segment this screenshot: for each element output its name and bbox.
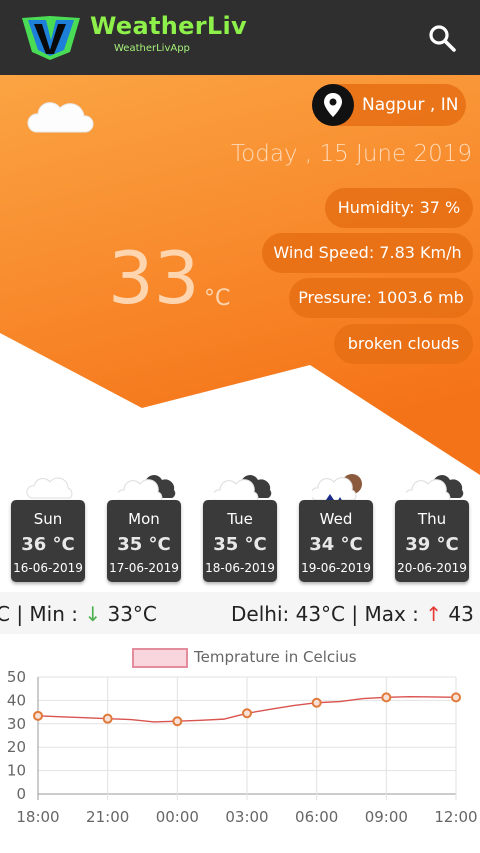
current-date: Today , 15 June 2019 — [231, 141, 472, 167]
ticker-min-value: 33°C — [101, 602, 157, 626]
temperature-unit: °C — [204, 286, 231, 311]
forecast-card-wed[interactable]: Wed 34 °C 19-06-2019 — [299, 500, 373, 582]
forecast-card-mon[interactable]: Mon 35 °C 17-06-2019 — [107, 500, 181, 582]
weather-description-badge: broken clouds — [334, 324, 473, 364]
x-tick-label: 00:00 — [156, 808, 199, 826]
search-icon[interactable] — [426, 22, 458, 54]
x-tick-label: 18:00 — [16, 808, 59, 826]
forecast-card-sun[interactable]: Sun 36 °C 16-06-2019 — [11, 500, 85, 582]
x-tick-label: 09:00 — [365, 808, 408, 826]
location-label: Nagpur , IN — [362, 95, 459, 115]
x-tick-label: 03:00 — [225, 808, 268, 826]
y-tick-label: 30 — [7, 715, 26, 733]
wind-speed-badge: Wind Speed: 7.83 Km/h — [262, 233, 473, 273]
app-subtitle: WeatherLivApp — [114, 43, 190, 54]
forecast-temperature: 34 °C — [309, 534, 363, 555]
arrow-down-icon: ↓ — [84, 602, 102, 626]
app-title: WeatherLiv — [90, 12, 247, 40]
location-pin-icon — [312, 84, 354, 126]
forecast-temperature: 35 °C — [213, 534, 267, 555]
forecast-temperature: 35 °C — [117, 534, 171, 555]
x-tick-label: 06:00 — [295, 808, 338, 826]
ticker-max-value: 43 °C — [448, 602, 480, 626]
current-temperature: 33 — [108, 236, 200, 320]
y-tick-label: 50 — [7, 668, 26, 686]
cloud-icon — [406, 475, 464, 503]
data-point — [451, 692, 461, 703]
x-tick-label: 12:00 — [434, 808, 477, 826]
arrow-up-icon: ↑ — [425, 602, 443, 626]
forecast-day: Sun — [33, 510, 63, 528]
location-selector[interactable]: Nagpur , IN — [312, 84, 466, 126]
app-bar: WeatherLiv WeatherLivApp — [0, 0, 480, 75]
data-point — [172, 716, 183, 727]
weatherliv-logo-icon — [22, 16, 80, 60]
y-tick-label: 40 — [7, 691, 26, 709]
forecast-date: 17-06-2019 — [109, 561, 179, 575]
forecast-temperature: 36 °C — [21, 534, 75, 555]
forecast-card-tue[interactable]: Tue 35 °C 18-06-2019 — [203, 500, 277, 582]
x-tick-label: 21:00 — [86, 808, 129, 826]
forecast-day: Mon — [128, 510, 160, 528]
cloud-icon — [27, 102, 94, 133]
y-tick-label: 0 — [16, 785, 26, 803]
forecast-date: 20-06-2019 — [397, 561, 467, 575]
forecast-date: 16-06-2019 — [13, 561, 83, 575]
cloud-icon — [118, 475, 176, 503]
cloud-icon — [26, 477, 73, 499]
forecast-day: Tue — [227, 510, 253, 528]
humidity-badge: Humidity: 37 % — [325, 188, 473, 228]
forecast-card-thu[interactable]: Thu 39 °C 20-06-2019 — [395, 500, 469, 582]
forecast-day: Thu — [417, 510, 447, 528]
ticker-min-label: C | Min : — [0, 602, 85, 626]
forecast-day: Wed — [319, 510, 353, 528]
cloud-icon — [214, 475, 272, 503]
pressure-badge: Pressure: 1003.6 mb — [289, 278, 473, 318]
y-tick-label: 20 — [7, 738, 26, 756]
forecast-date: 18-06-2019 — [205, 561, 275, 575]
data-point — [381, 692, 392, 703]
data-point — [102, 713, 113, 724]
forecast-temperature: 39 °C — [405, 534, 459, 555]
temperature-line-chart: 0 10 20 30 40 50 18:00 21:00 00:00 03:00 06:00 09:0… — [7, 668, 478, 826]
data-point — [33, 710, 43, 721]
data-point — [242, 708, 252, 719]
forecast-date: 19-06-2019 — [301, 561, 371, 575]
ticker-max-label: Delhi: 43°C | Max : — [231, 602, 426, 626]
y-tick-label: 10 — [7, 762, 26, 780]
data-point — [311, 697, 322, 708]
city-temperature-ticker: C | Min : ↓ 33°C Delhi: 43°C | Max : ↑ 4… — [0, 592, 480, 634]
